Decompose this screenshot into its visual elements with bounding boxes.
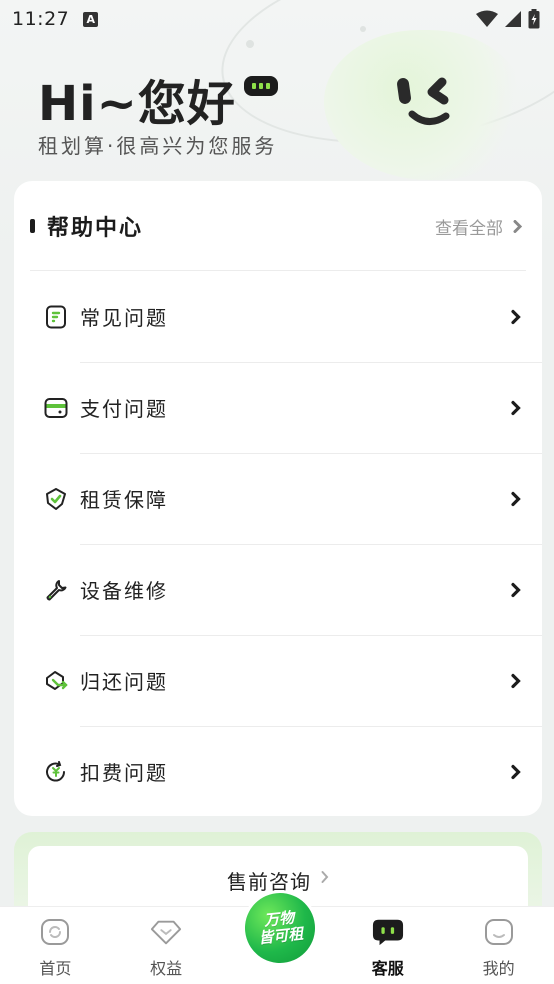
chat-bubble-icon bbox=[243, 76, 278, 96]
chevron-right-icon bbox=[511, 673, 521, 688]
greeting-subtitle: 租划算·很高兴为您服务 bbox=[38, 134, 278, 158]
help-item-label: 设备维修 bbox=[80, 579, 168, 603]
chevron-right-icon bbox=[511, 764, 521, 779]
tab-mine[interactable]: 我的 bbox=[444, 907, 554, 979]
greeting-title: Hi~您好 bbox=[38, 76, 236, 132]
tab-benefits[interactable]: 权益 bbox=[111, 907, 221, 979]
chevron-right-icon bbox=[513, 219, 522, 233]
signal-icon bbox=[505, 11, 521, 27]
help-item-faq[interactable]: 常见问题 bbox=[14, 271, 542, 362]
rent-everything-button[interactable]: 万物 皆可租 bbox=[241, 889, 319, 967]
return-box-icon bbox=[44, 669, 68, 693]
help-item-fee[interactable]: 扣费问题 bbox=[14, 726, 542, 817]
notification-a-icon: A bbox=[83, 11, 99, 27]
battery-icon bbox=[528, 9, 540, 29]
help-item-return[interactable]: 归还问题 bbox=[14, 635, 542, 726]
help-item-label: 租赁保障 bbox=[80, 488, 168, 512]
tab-home[interactable]: 首页 bbox=[0, 907, 110, 979]
tab-label: 权益 bbox=[150, 959, 183, 978]
status-time: 11:27 bbox=[12, 8, 70, 30]
hero: Hi~您好 租划算·很高兴为您服务 bbox=[38, 70, 278, 159]
chevron-right-icon bbox=[511, 309, 521, 324]
see-all-link[interactable]: 查看全部 bbox=[435, 214, 522, 239]
tab-label: 首页 bbox=[39, 959, 72, 978]
tab-label: 客服 bbox=[371, 959, 404, 978]
help-center-card: 帮助中心 查看全部 常见问题 支付问题 租赁保障 设备维修 归还问题 扣费问题 bbox=[14, 181, 542, 816]
wifi-icon bbox=[476, 10, 498, 27]
chevron-right-icon bbox=[511, 582, 521, 597]
tab-label: 我的 bbox=[482, 959, 515, 978]
help-item-payment[interactable]: 支付问题 bbox=[14, 362, 542, 453]
see-all-label: 查看全部 bbox=[435, 218, 503, 239]
wallet-icon bbox=[44, 396, 68, 420]
chevron-right-icon bbox=[511, 491, 521, 506]
fee-icon bbox=[44, 760, 68, 784]
help-item-repair[interactable]: 设备维修 bbox=[14, 544, 542, 635]
help-center-title: 帮助中心 bbox=[47, 216, 144, 241]
chevron-right-icon bbox=[511, 400, 521, 415]
tab-customer-service[interactable]: 客服 bbox=[333, 907, 443, 979]
wrench-icon bbox=[44, 578, 68, 602]
faq-icon bbox=[44, 305, 68, 329]
help-item-label: 常见问题 bbox=[80, 306, 168, 330]
smiley-mascot-icon bbox=[397, 77, 450, 125]
help-item-label: 归还问题 bbox=[80, 670, 168, 694]
help-item-label: 支付问题 bbox=[80, 397, 168, 421]
help-item-label: 扣费问题 bbox=[80, 761, 168, 785]
status-bar: 11:27 A bbox=[0, 0, 554, 38]
title-marker bbox=[30, 219, 35, 233]
help-item-rental-guarantee[interactable]: 租赁保障 bbox=[14, 453, 542, 544]
center-line-2: 皆可租 bbox=[257, 924, 305, 948]
shield-check-icon bbox=[44, 487, 68, 511]
chevron-right-icon bbox=[321, 871, 329, 883]
diamond-icon bbox=[150, 916, 182, 948]
profile-face-icon bbox=[483, 916, 515, 948]
home-icon bbox=[39, 916, 71, 948]
chat-bubble-icon bbox=[372, 916, 404, 948]
help-center-header: 帮助中心 查看全部 bbox=[14, 181, 542, 271]
